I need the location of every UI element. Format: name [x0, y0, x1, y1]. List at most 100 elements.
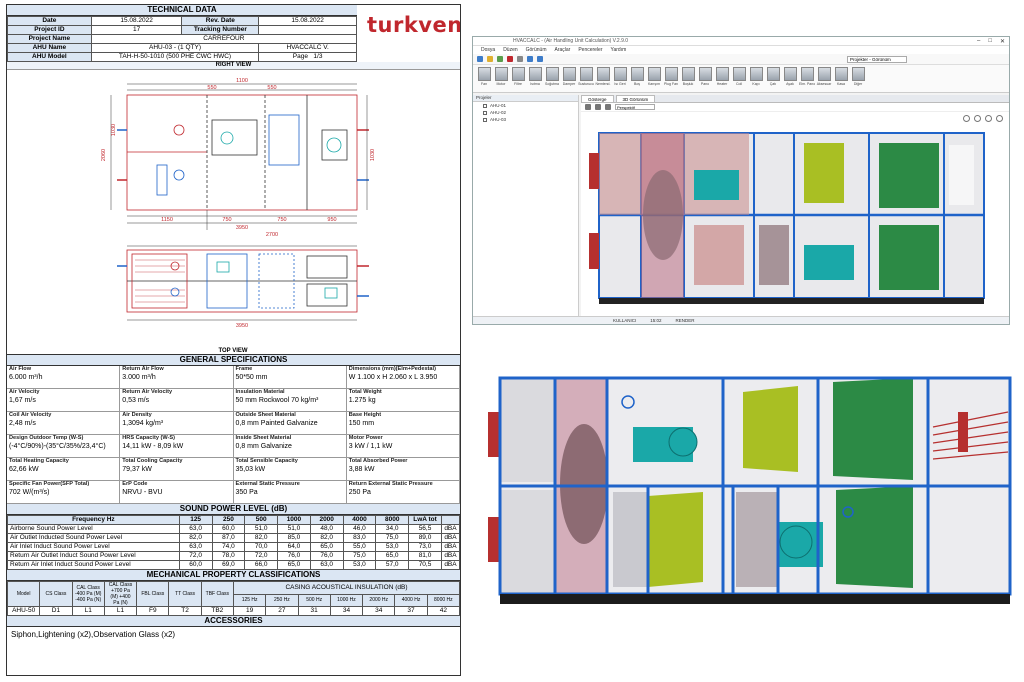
3d-viewport[interactable]: Gösterge 3D Görünüm Perspektif	[581, 95, 1009, 316]
print-icon[interactable]	[517, 56, 523, 62]
sound-power-title: SOUND POWER LEVEL (dB)	[7, 504, 460, 515]
ribbon-item[interactable]: Fan	[477, 67, 491, 90]
menu-item-dosya[interactable]: Dosya	[481, 47, 495, 53]
pan-icon[interactable]	[585, 104, 591, 110]
ribbon-item[interactable]: Soğutma	[545, 67, 559, 90]
tab-1[interactable]: 3D Görünüm	[615, 95, 656, 102]
ribbon-item[interactable]: Elm. Pano	[799, 67, 815, 90]
ribbon-item[interactable]: Susturucu	[578, 67, 594, 90]
new-icon[interactable]	[477, 56, 483, 62]
ribbon-item-label: Kapı	[752, 82, 760, 86]
open-icon[interactable]	[487, 56, 493, 62]
ribbon-item[interactable]: Filtre	[511, 67, 525, 90]
spec-cell: Total Sensible Capacity 35,03 kW	[233, 458, 347, 481]
ribbon-item[interactable]: Boşluk	[681, 67, 695, 90]
mechanical-title: MECHANICAL PROPERTY CLASSIFICATIONS	[7, 570, 460, 581]
spec-value: 3.000 m³/h	[122, 374, 156, 381]
date-value: 15.08.2022	[90, 16, 183, 26]
ribbon-item[interactable]: Heater	[715, 67, 729, 90]
sound-value: 56,5	[408, 524, 442, 534]
mech-header-cell: CAL Class -400 Pa (M) -400 Pa (N)	[71, 581, 105, 607]
close-icon[interactable]: ✕	[1000, 38, 1005, 45]
casing-value: 27	[265, 606, 299, 616]
component-icon	[613, 67, 627, 81]
ribbon-item[interactable]: Ayak	[783, 67, 797, 90]
delete-icon[interactable]	[507, 56, 513, 62]
spec-value: W 1.100 x H 2.060 x L 3.950	[348, 374, 438, 381]
tree-item[interactable]: AHU-01	[473, 102, 578, 109]
tab-0[interactable]: Gösterge	[581, 95, 614, 102]
mech-header-cell: TBF Class	[200, 581, 234, 607]
redo-icon[interactable]	[537, 56, 543, 62]
sound-value: 63,0	[178, 524, 213, 534]
checkbox-icon[interactable]	[483, 110, 487, 115]
right-view-label: RIGHT VIEW	[7, 62, 460, 70]
checkbox-icon[interactable]	[483, 117, 487, 122]
ribbon-item[interactable]: Kapı	[749, 67, 763, 90]
spec-cell: Air Flow 6.000 m³/h	[7, 366, 121, 389]
ribbon-item[interactable]: Isıtma	[528, 67, 542, 90]
project-name-label: Project Name	[7, 34, 92, 44]
spec-cell: Base Height 150 mm	[346, 412, 460, 435]
menu-item-pencereler[interactable]: Pencereler	[578, 47, 602, 53]
casing-header-cell: 8000 Hz	[426, 593, 460, 607]
dim-top-b: 550	[267, 85, 276, 91]
sound-value: 65,0	[375, 551, 410, 561]
spec-value: 14,11 kW - 8,09 kW	[122, 443, 184, 450]
component-icon	[596, 67, 610, 81]
ribbon-item[interactable]: Coil	[732, 67, 746, 90]
casing-value: 31	[297, 606, 331, 616]
sound-value: 78,0	[211, 551, 246, 561]
top-view-drawing	[117, 245, 369, 321]
ahu-name-value: AHU-03 - (1 QTY)	[90, 43, 260, 53]
save-icon[interactable]	[497, 56, 503, 62]
sound-row: Return Air Inlet Induct Sound Power Leve…	[7, 560, 460, 570]
casing-value: 19	[232, 606, 267, 616]
ribbon-item[interactable]: Boş	[630, 67, 644, 90]
menu-item-yardım[interactable]: Yardım	[611, 47, 627, 53]
ribbon-item[interactable]: Çatı	[766, 67, 780, 90]
rotate-icon[interactable]	[595, 104, 601, 110]
ribbon-item[interactable]: Damper	[562, 67, 576, 90]
undo-icon[interactable]	[527, 56, 533, 62]
maximize-icon[interactable]: □	[988, 38, 992, 45]
ribbon-item[interactable]: Isı Geri	[613, 67, 627, 90]
ribbon-item-label: Ayak	[786, 82, 794, 86]
sheet-header: TECHNICAL DATA Date 15.08.2022 Rev. Date…	[7, 5, 358, 62]
page-value: 1/3	[313, 53, 323, 61]
spec-label: External Static Pressure	[235, 481, 300, 487]
minimize-icon[interactable]: –	[977, 38, 980, 45]
spec-label: Return External Static Pressure	[348, 481, 433, 487]
zoom-icon[interactable]	[605, 104, 611, 110]
spec-label: Air Velocity	[9, 389, 40, 395]
tree-item[interactable]: AHU-03	[473, 116, 578, 123]
menu-item-düzen[interactable]: Düzen	[503, 47, 517, 53]
spec-label: Total Absorbed Power	[348, 458, 408, 464]
ribbon-item[interactable]: Motor	[494, 67, 508, 90]
menu-item-görünüm[interactable]: Görünüm	[526, 47, 547, 53]
menu-item-araçlar[interactable]: Araçlar	[554, 47, 570, 53]
ribbon-item[interactable]: Nemlend.	[596, 67, 610, 90]
spec-label: Inside Sheet Material	[235, 435, 292, 441]
ahu-name-label: AHU Name	[7, 43, 92, 53]
ribbon-item[interactable]: Diğer	[851, 67, 865, 90]
sound-row-label: Airborne Sound Power Level	[7, 524, 180, 534]
tree-item[interactable]: AHU-02	[473, 109, 578, 116]
sound-row: Return Air Outlet Induct Sound Power Lev…	[7, 551, 460, 561]
spec-value: 1,3094 kg/m³	[122, 420, 164, 427]
project-select[interactable]: Projekter - Görünüm	[847, 55, 907, 63]
spec-cell: ErP Code NRVU - BVU	[120, 481, 234, 504]
ribbon-item[interactable]: Kasa	[834, 67, 848, 90]
ribbon-item[interactable]: Pano	[698, 67, 712, 90]
ribbon-item[interactable]: Plug Fan	[664, 67, 678, 90]
sound-header-cell: 8000	[375, 515, 410, 525]
dim-top-view-total: 3950	[236, 323, 248, 329]
view-mode-select[interactable]: Perspektif	[615, 104, 655, 110]
ribbon-item[interactable]: Karışım	[647, 67, 661, 90]
ribbon-item[interactable]: Aksesuar	[817, 67, 831, 90]
component-icon	[834, 67, 848, 81]
ribbon-item-label: Heater	[716, 82, 728, 86]
spec-value: 50 mm Rockwool 70 kg/m³	[235, 397, 319, 404]
status-bar: KULLANICI 15:02 RENDER	[473, 316, 1009, 324]
checkbox-icon[interactable]	[483, 103, 487, 108]
